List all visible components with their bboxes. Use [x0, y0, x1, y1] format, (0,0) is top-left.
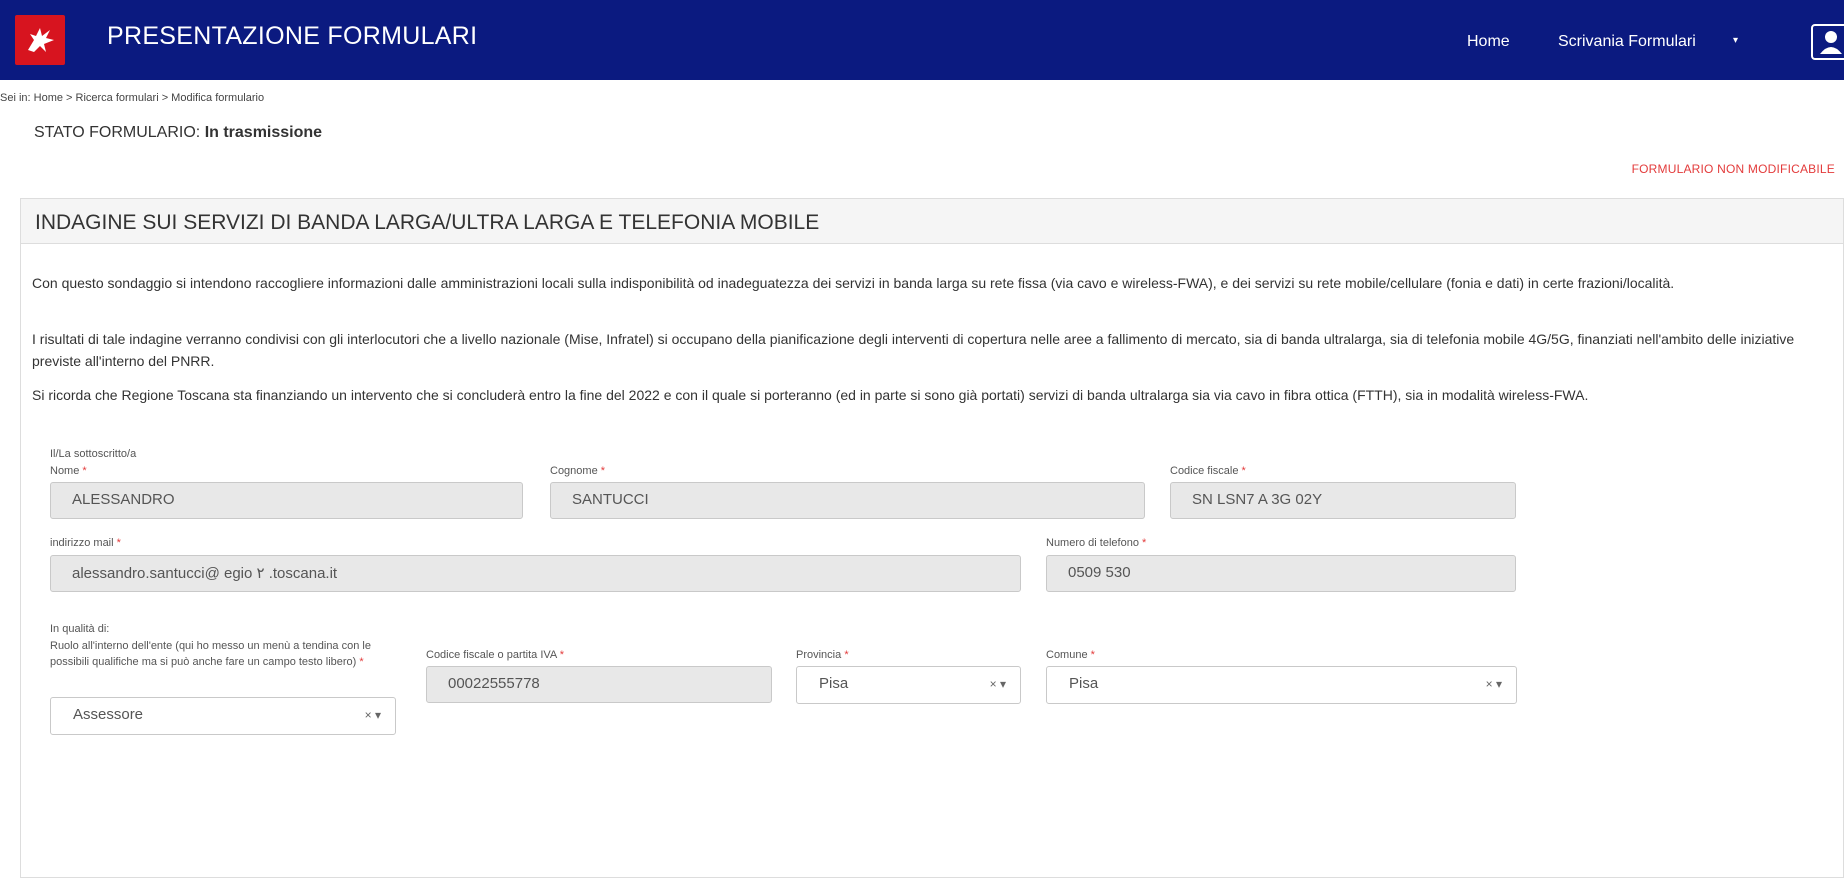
intro-paragraph-3: Si ricorda che Regione Toscana sta finan…	[32, 387, 1589, 403]
intro-paragraph-2: I risultati di tale indagine verranno co…	[32, 331, 1795, 369]
ruolo-selected-value: Assessore	[73, 706, 144, 723]
cf-piva-label: Codice fiscale o partita IVA *	[426, 649, 564, 661]
email-label: indirizzo mail *	[50, 537, 121, 549]
email-field[interactable]: alessandro.santucci@ egio ۲ .toscana.it	[50, 555, 1021, 592]
app-title: PRESENTAZIONE FORMULARI	[107, 22, 478, 50]
chevron-down-icon[interactable]: ▾	[1733, 35, 1738, 46]
regione-toscana-logo[interactable]	[15, 15, 65, 65]
non-editable-notice: FORMULARIO NON MODIFICABILE	[1631, 162, 1835, 176]
cognome-label: Cognome *	[550, 465, 606, 477]
comune-label: Comune *	[1046, 649, 1095, 661]
breadcrumb[interactable]: Sei in: Home > Ricerca formulari > Modif…	[0, 92, 264, 104]
clear-and-chevron-icon[interactable]: × ▾	[1486, 677, 1502, 691]
cognome-field[interactable]: SANTUCCI	[550, 482, 1145, 519]
comune-selected-value: Pisa	[1069, 675, 1099, 692]
intro-paragraph-1: Con questo sondaggio si intendono raccog…	[32, 275, 1675, 291]
panel-title: INDAGINE SUI SERVIZI DI BANDA LARGA/ULTR…	[35, 211, 820, 234]
user-menu-button[interactable]	[1811, 24, 1844, 60]
telefono-label: Numero di telefono *	[1046, 537, 1147, 549]
nome-label: Nome *	[50, 465, 87, 477]
survey-panel: INDAGINE SUI SERVIZI DI BANDA LARGA/ULTR…	[20, 198, 1844, 878]
nav-scrivania-formulari-dropdown[interactable]: Scrivania Formulari	[1558, 33, 1696, 51]
cf-piva-field[interactable]: 00022555778	[426, 666, 772, 703]
provincia-select[interactable]: Pisa × ▾	[796, 666, 1021, 704]
user-icon	[1820, 31, 1842, 54]
clear-and-chevron-icon[interactable]: × ▾	[990, 677, 1006, 691]
nav-home-link[interactable]: Home	[1467, 33, 1510, 51]
provincia-selected-value: Pisa	[819, 675, 849, 692]
clear-and-chevron-icon[interactable]: × ▾	[365, 708, 381, 722]
status-value: In trasmissione	[204, 124, 323, 141]
ruolo-label: Ruolo all'interno dell'ente (qui ho mess…	[50, 640, 371, 668]
ruolo-select[interactable]: Assessore × ▾	[50, 697, 396, 735]
nome-field[interactable]: ALESSANDRO	[50, 482, 523, 519]
qualita-label: In qualità di:	[50, 623, 110, 635]
status-label: STATO FORMULARIO:	[34, 124, 201, 141]
pegasus-icon	[28, 28, 54, 52]
signer-label: Il/La sottoscritto/a	[50, 448, 137, 460]
form-status: STATO FORMULARIO: In trasmissione	[34, 124, 322, 142]
provincia-label: Provincia *	[796, 649, 849, 661]
telefono-field[interactable]: 0509 530	[1046, 555, 1516, 592]
codice-fiscale-label: Codice fiscale *	[1170, 465, 1246, 477]
top-navbar: PRESENTAZIONE FORMULARI Home Scrivania F…	[0, 0, 1844, 80]
panel-header: INDAGINE SUI SERVIZI DI BANDA LARGA/ULTR…	[21, 199, 1843, 244]
comune-select[interactable]: Pisa × ▾	[1046, 666, 1517, 704]
codice-fiscale-field[interactable]: SN LSN7 A 3G 02Y	[1170, 482, 1516, 519]
